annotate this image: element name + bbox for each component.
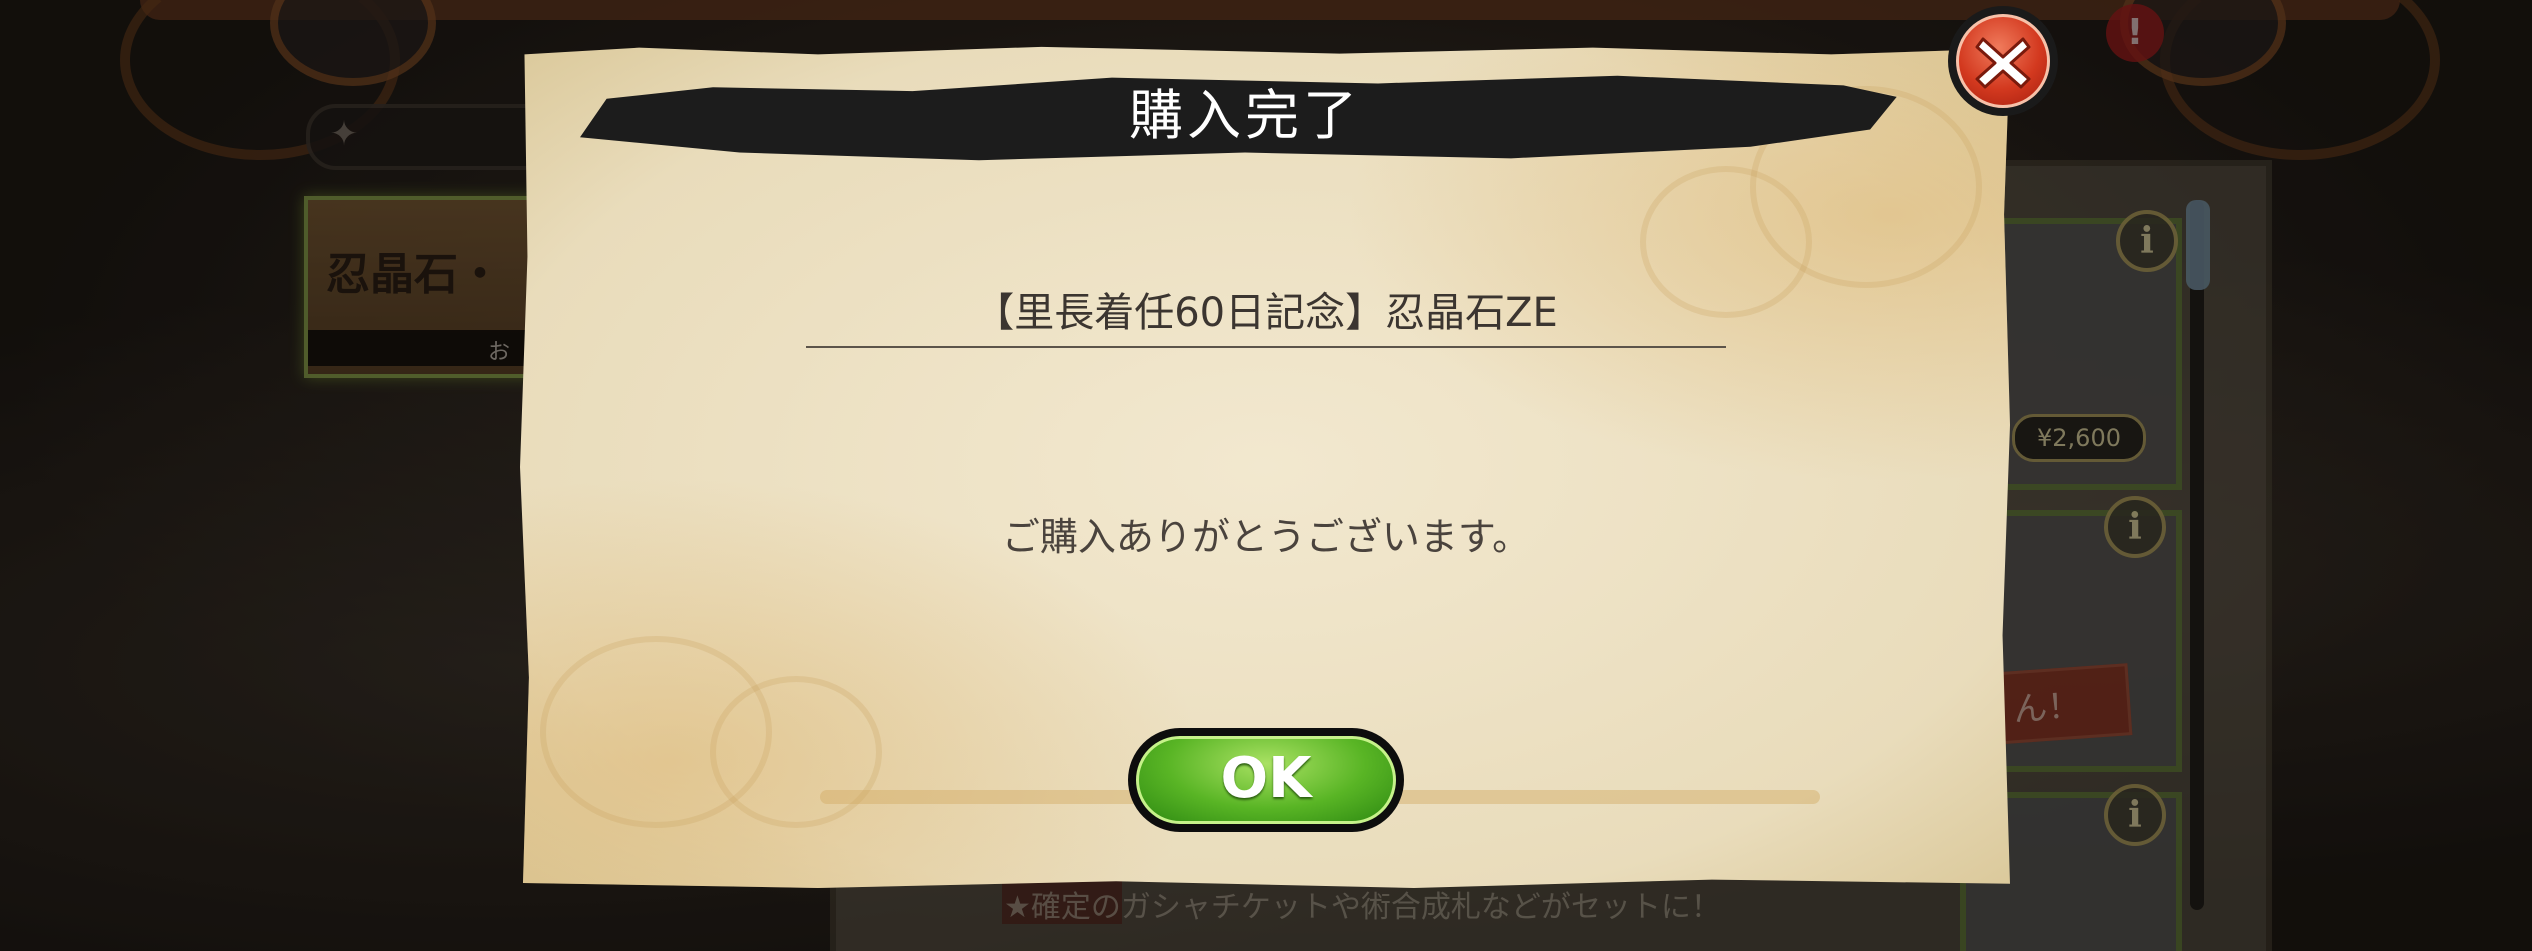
dialog-title: 購入完了: [1129, 84, 1361, 147]
ok-button-label: OK: [1136, 736, 1396, 824]
close-button-face: [1956, 14, 2050, 108]
close-icon: [1975, 37, 2031, 89]
cloud-decoration: [710, 676, 882, 828]
thanks-message: ご購入ありがとうございます。: [1001, 515, 1531, 559]
purchased-item-name: 【里長着任60日記念】忍晶石ZE: [974, 290, 1558, 336]
ok-button[interactable]: OK: [1128, 728, 1404, 832]
divider: [806, 346, 1726, 348]
close-button[interactable]: [1948, 6, 2058, 116]
game-screen: ! ✦ 忍晶石・ お i i i ¥2,600 ん！ ★確定のガシャチケットや術…: [0, 0, 2532, 951]
